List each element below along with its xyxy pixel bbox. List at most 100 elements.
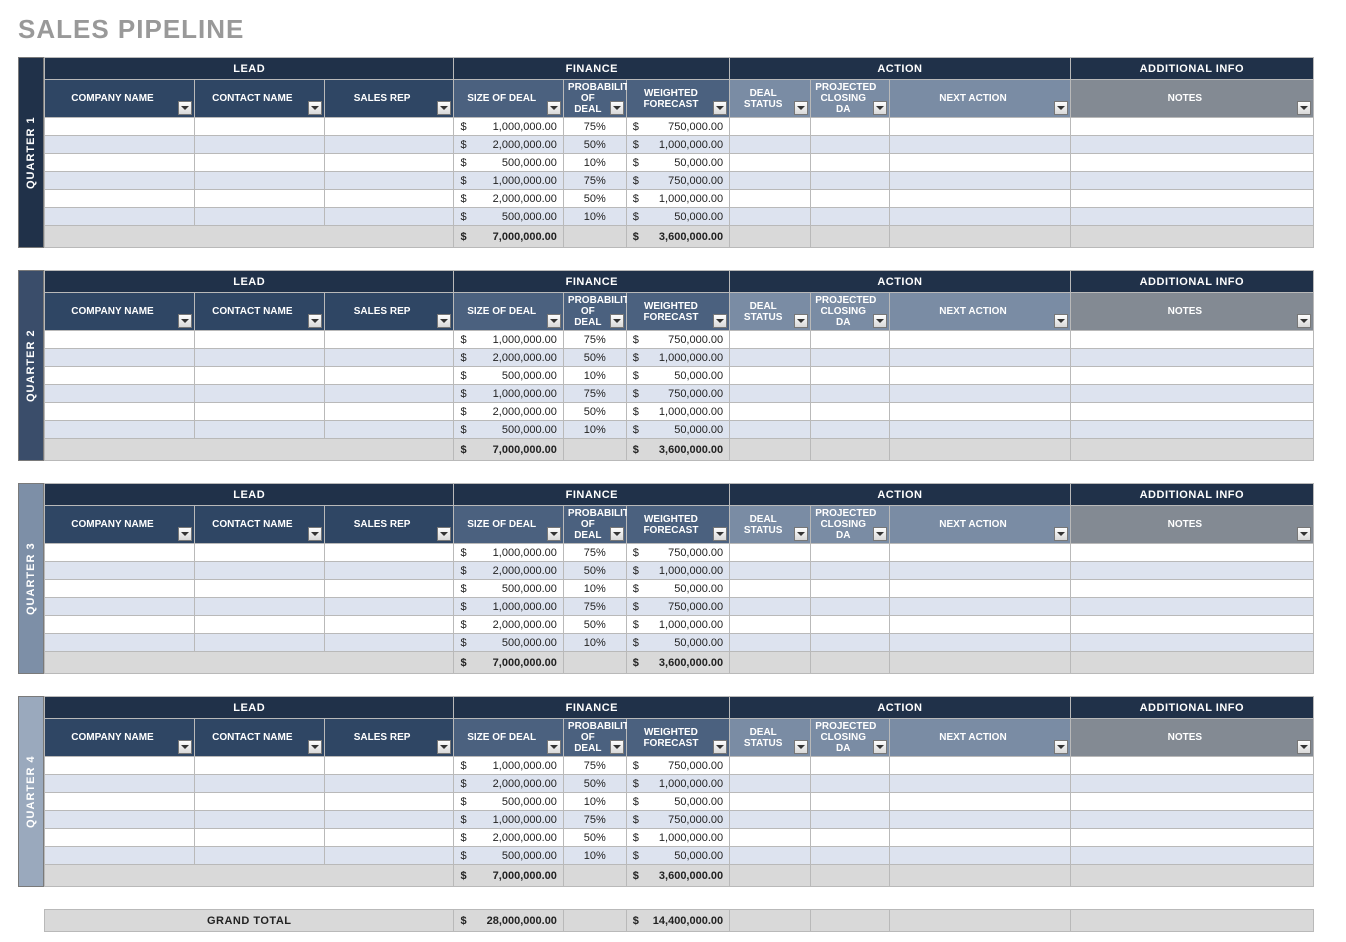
cell-status[interactable] <box>730 580 811 598</box>
cell-company[interactable] <box>45 562 195 580</box>
cell-company[interactable] <box>45 811 195 829</box>
col-contact[interactable]: CONTACT NAME <box>194 80 324 118</box>
cell-deal[interactable]: $1,000,000.00 <box>454 598 563 616</box>
next-filter-icon[interactable] <box>1054 740 1068 754</box>
col-company[interactable]: COMPANY NAME <box>45 293 195 331</box>
cell-closing[interactable] <box>811 757 890 775</box>
cell-deal[interactable]: $500,000.00 <box>454 847 563 865</box>
cell-closing[interactable] <box>811 634 890 652</box>
cell-status[interactable] <box>730 331 811 349</box>
cell-next[interactable] <box>890 616 1070 634</box>
cell-prob[interactable]: 10% <box>563 154 626 172</box>
cell-closing[interactable] <box>811 598 890 616</box>
cell-salesrep[interactable] <box>324 136 454 154</box>
cell-company[interactable] <box>45 208 195 226</box>
cell-forecast[interactable]: $750,000.00 <box>626 811 729 829</box>
deal-filter-icon[interactable] <box>547 314 561 328</box>
col-company[interactable]: COMPANY NAME <box>45 719 195 757</box>
next-filter-icon[interactable] <box>1054 101 1068 115</box>
cell-prob[interactable]: 50% <box>563 562 626 580</box>
col-prob[interactable]: PROBABILITY OF DEAL <box>563 80 626 118</box>
cell-status[interactable] <box>730 385 811 403</box>
cell-salesrep[interactable] <box>324 403 454 421</box>
cell-deal[interactable]: $500,000.00 <box>454 154 563 172</box>
status-filter-icon[interactable] <box>794 740 808 754</box>
col-next[interactable]: NEXT ACTION <box>890 506 1070 544</box>
cell-status[interactable] <box>730 616 811 634</box>
cell-contact[interactable] <box>194 208 324 226</box>
cell-salesrep[interactable] <box>324 598 454 616</box>
cell-forecast[interactable]: $1,000,000.00 <box>626 136 729 154</box>
cell-status[interactable] <box>730 118 811 136</box>
cell-next[interactable] <box>890 775 1070 793</box>
cell-closing[interactable] <box>811 118 890 136</box>
cell-deal[interactable]: $1,000,000.00 <box>454 385 563 403</box>
cell-notes[interactable] <box>1070 403 1313 421</box>
cell-notes[interactable] <box>1070 154 1313 172</box>
col-company[interactable]: COMPANY NAME <box>45 80 195 118</box>
closing-filter-icon[interactable] <box>873 740 887 754</box>
cell-notes[interactable] <box>1070 118 1313 136</box>
cell-status[interactable] <box>730 829 811 847</box>
cell-status[interactable] <box>730 634 811 652</box>
col-closing[interactable]: PROJECTED CLOSING DA <box>811 506 890 544</box>
col-salesrep[interactable]: SALES REP <box>324 293 454 331</box>
cell-notes[interactable] <box>1070 598 1313 616</box>
next-filter-icon[interactable] <box>1054 314 1068 328</box>
salesrep-filter-icon[interactable] <box>437 314 451 328</box>
deal-filter-icon[interactable] <box>547 101 561 115</box>
col-salesrep[interactable]: SALES REP <box>324 80 454 118</box>
cell-forecast[interactable]: $1,000,000.00 <box>626 190 729 208</box>
cell-salesrep[interactable] <box>324 829 454 847</box>
cell-forecast[interactable]: $1,000,000.00 <box>626 562 729 580</box>
cell-deal[interactable]: $2,000,000.00 <box>454 829 563 847</box>
cell-status[interactable] <box>730 775 811 793</box>
col-next[interactable]: NEXT ACTION <box>890 719 1070 757</box>
cell-closing[interactable] <box>811 172 890 190</box>
cell-next[interactable] <box>890 598 1070 616</box>
cell-salesrep[interactable] <box>324 616 454 634</box>
cell-notes[interactable] <box>1070 580 1313 598</box>
cell-company[interactable] <box>45 136 195 154</box>
cell-next[interactable] <box>890 367 1070 385</box>
col-forecast[interactable]: WEIGHTED FORECAST <box>626 293 729 331</box>
cell-next[interactable] <box>890 847 1070 865</box>
company-filter-icon[interactable] <box>178 527 192 541</box>
cell-notes[interactable] <box>1070 634 1313 652</box>
cell-next[interactable] <box>890 793 1070 811</box>
cell-closing[interactable] <box>811 847 890 865</box>
cell-contact[interactable] <box>194 421 324 439</box>
cell-deal[interactable]: $500,000.00 <box>454 793 563 811</box>
cell-next[interactable] <box>890 403 1070 421</box>
cell-company[interactable] <box>45 331 195 349</box>
cell-closing[interactable] <box>811 421 890 439</box>
cell-next[interactable] <box>890 349 1070 367</box>
cell-forecast[interactable]: $1,000,000.00 <box>626 775 729 793</box>
cell-notes[interactable] <box>1070 331 1313 349</box>
cell-closing[interactable] <box>811 349 890 367</box>
notes-filter-icon[interactable] <box>1297 527 1311 541</box>
cell-salesrep[interactable] <box>324 634 454 652</box>
cell-forecast[interactable]: $50,000.00 <box>626 847 729 865</box>
cell-company[interactable] <box>45 634 195 652</box>
cell-next[interactable] <box>890 331 1070 349</box>
cell-contact[interactable] <box>194 385 324 403</box>
col-notes[interactable]: NOTES <box>1070 506 1313 544</box>
forecast-filter-icon[interactable] <box>713 101 727 115</box>
col-contact[interactable]: CONTACT NAME <box>194 506 324 544</box>
cell-prob[interactable]: 10% <box>563 847 626 865</box>
cell-next[interactable] <box>890 421 1070 439</box>
cell-notes[interactable] <box>1070 811 1313 829</box>
cell-closing[interactable] <box>811 154 890 172</box>
col-deal[interactable]: SIZE OF DEAL <box>454 506 563 544</box>
cell-next[interactable] <box>890 544 1070 562</box>
cell-contact[interactable] <box>194 634 324 652</box>
cell-deal[interactable]: $500,000.00 <box>454 208 563 226</box>
contact-filter-icon[interactable] <box>308 740 322 754</box>
prob-filter-icon[interactable] <box>610 314 624 328</box>
cell-contact[interactable] <box>194 118 324 136</box>
cell-contact[interactable] <box>194 580 324 598</box>
cell-deal[interactable]: $2,000,000.00 <box>454 190 563 208</box>
cell-notes[interactable] <box>1070 544 1313 562</box>
cell-salesrep[interactable] <box>324 580 454 598</box>
